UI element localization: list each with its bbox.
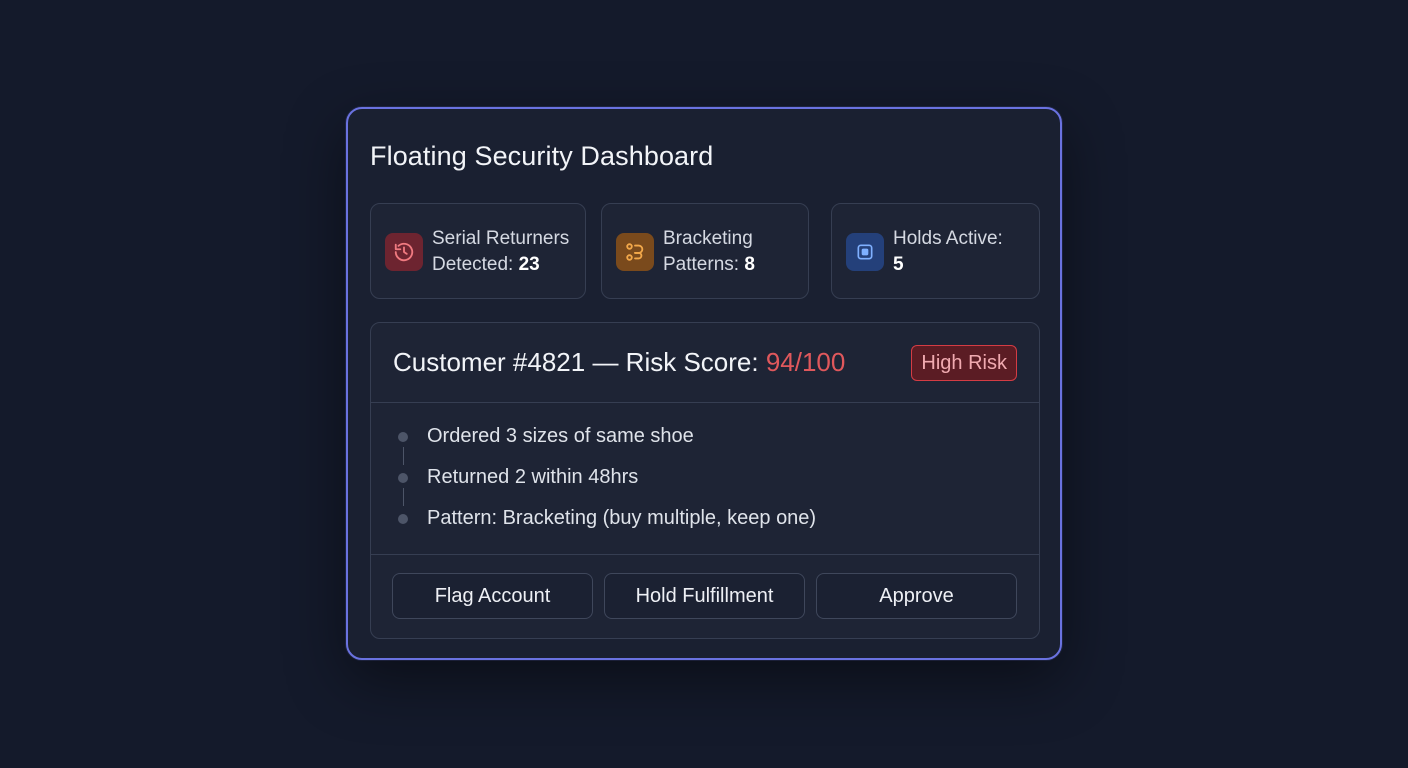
- stat-text: Serial Returners Detected: 23: [432, 226, 569, 278]
- risk-score: 94/100: [765, 347, 846, 377]
- timeline-dot: [398, 473, 408, 483]
- stat-label: Detected:: [432, 254, 514, 275]
- event-text: Returned 2 within 48hrs: [427, 466, 639, 488]
- page-title: Floating Security Dashboard: [370, 141, 714, 171]
- branch-pattern-icon: [616, 233, 654, 271]
- list-item: Ordered 3 sizes of same shoe: [393, 419, 1013, 465]
- customer-title-prefix: Customer #4821 — Risk Score:: [393, 347, 766, 377]
- status-badge: High Risk: [911, 345, 1017, 381]
- approve-button[interactable]: Approve: [816, 573, 1017, 619]
- stat-label: Holds Active:: [893, 228, 1003, 249]
- timeline-dot: [398, 432, 408, 442]
- stat-value: 23: [518, 254, 540, 275]
- security-dashboard-panel: Floating Security Dashboard Serial Retur…: [346, 107, 1062, 660]
- history-icon: [385, 233, 423, 271]
- stat-card-holds-active: Holds Active: 5: [831, 203, 1040, 299]
- event-text: Pattern: Bracketing (buy multiple, keep …: [427, 507, 817, 529]
- stat-label: Patterns:: [663, 254, 740, 275]
- hold-box-icon: [846, 233, 884, 271]
- action-bar: Flag Account Hold Fulfillment Approve: [371, 554, 1039, 639]
- stat-value: 5: [893, 254, 904, 275]
- stat-label: Bracketing: [663, 228, 753, 249]
- timeline-dot: [398, 514, 408, 524]
- list-item: Returned 2 within 48hrs: [393, 460, 1013, 506]
- list-item: Pattern: Bracketing (buy multiple, keep …: [393, 501, 1013, 542]
- event-timeline: Ordered 3 sizes of same shoe Returned 2 …: [393, 419, 1013, 542]
- stat-label: Serial Returners: [432, 228, 570, 249]
- customer-header: Customer #4821 — Risk Score: 94/100 High…: [371, 323, 1039, 403]
- event-text: Ordered 3 sizes of same shoe: [427, 425, 694, 447]
- stat-value: 8: [744, 254, 755, 275]
- customer-title: Customer #4821 — Risk Score: 94/100: [393, 347, 845, 378]
- stat-card-serial-returners: Serial Returners Detected: 23: [370, 203, 586, 299]
- flag-account-button[interactable]: Flag Account: [392, 573, 593, 619]
- hold-fulfillment-button[interactable]: Hold Fulfillment: [604, 573, 805, 619]
- stat-text: Holds Active: 5: [893, 226, 1003, 278]
- stat-card-bracketing-patterns: Bracketing Patterns: 8: [601, 203, 809, 299]
- stat-text: Bracketing Patterns: 8: [663, 226, 755, 278]
- customer-risk-card: Customer #4821 — Risk Score: 94/100 High…: [370, 322, 1040, 639]
